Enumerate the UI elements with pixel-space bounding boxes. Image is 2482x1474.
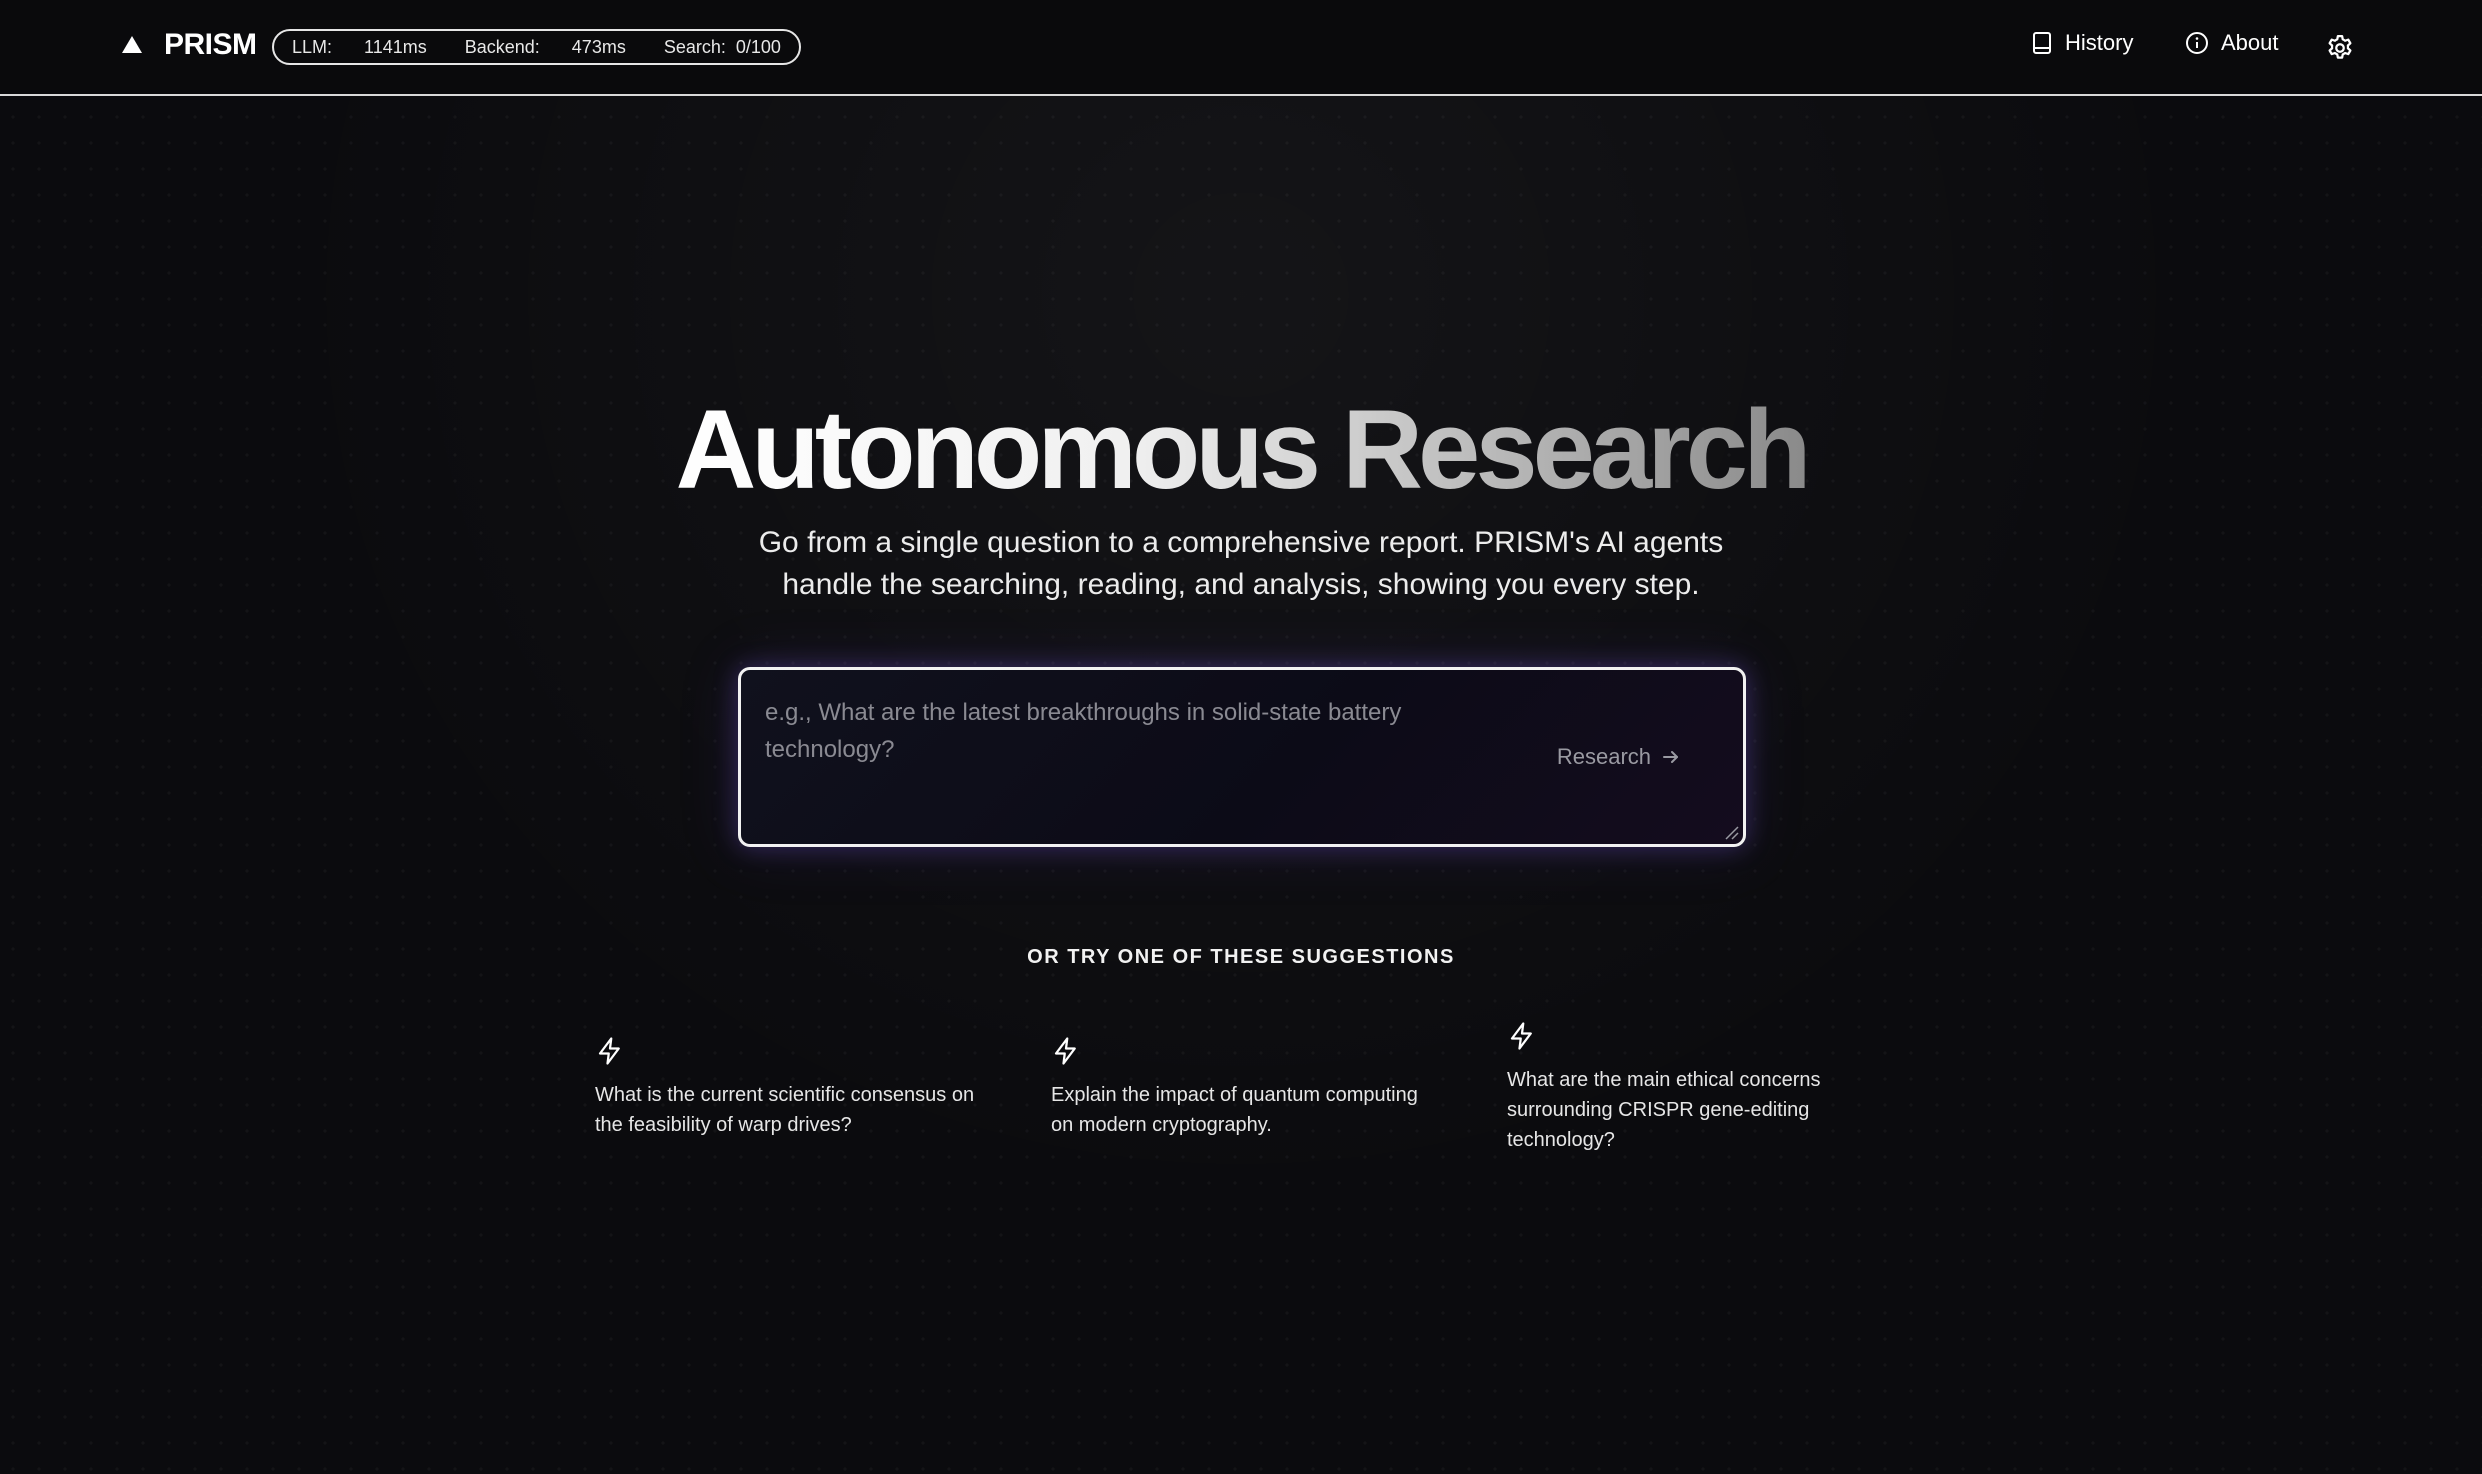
research-button-label: Research — [1556, 744, 1651, 769]
backend-metric-label: Backend: — [464, 36, 540, 57]
about-label: About — [2221, 30, 2279, 55]
top-bar: PRISM LLM: 1141ms Backend: 473ms Search:… — [0, 0, 2482, 96]
llm-metric-label: LLM: — [292, 36, 333, 57]
settings-button[interactable] — [2325, 33, 2355, 63]
lightning-icon — [1510, 1022, 1532, 1050]
lightning-icon — [1054, 1037, 1076, 1065]
suggestion-text: What is the current scientific consensus… — [595, 1084, 975, 1136]
research-query-input[interactable] — [765, 694, 1465, 814]
suggestions-heading: OR TRY ONE OF THESE SUGGESTIONS — [1027, 946, 1455, 968]
search-metric-value: 0/100 — [735, 36, 781, 57]
book-icon — [2033, 32, 2051, 54]
lightning-icon — [598, 1037, 620, 1065]
suggestion-card[interactable]: Explain the impact of quantum computing … — [1051, 1036, 1441, 1140]
suggestion-text: Explain the impact of quantum computing … — [1051, 1084, 1418, 1136]
suggestion-card[interactable]: What is the current scientific consensus… — [595, 1036, 985, 1140]
suggestion-text: What are the main ethical concerns surro… — [1507, 1069, 1821, 1151]
hero-title-container: Autonomous Research — [0, 390, 2482, 510]
history-label: History — [2065, 30, 2134, 55]
research-query-box: Research — [738, 667, 1746, 847]
search-metric-label: Search: — [663, 36, 726, 57]
backend-metric-value: 473ms — [571, 36, 626, 57]
gear-icon — [2328, 35, 2352, 59]
logo-text: PRISM — [164, 28, 257, 61]
research-submit-button[interactable]: Research — [1557, 744, 1681, 770]
resize-handle-icon[interactable] — [1721, 822, 1739, 840]
arrow-right-icon — [1663, 751, 1678, 763]
llm-metric-value: 1141ms — [364, 36, 427, 57]
status-metrics-pill: LLM: 1141ms Backend: 473ms Search: 0/100 — [272, 29, 801, 65]
about-nav-link[interactable]: About — [2185, 30, 2279, 56]
info-icon — [2186, 32, 2208, 54]
triangle-logo-icon — [122, 36, 142, 53]
hero-subtitle: Go from a single question to a comprehen… — [758, 526, 1724, 601]
suggestion-card[interactable]: What are the main ethical concerns surro… — [1507, 1021, 1897, 1155]
logo[interactable]: PRISM — [118, 28, 257, 62]
page-title: Autonomous Research — [675, 387, 1812, 512]
history-nav-link[interactable]: History — [2031, 30, 2133, 56]
